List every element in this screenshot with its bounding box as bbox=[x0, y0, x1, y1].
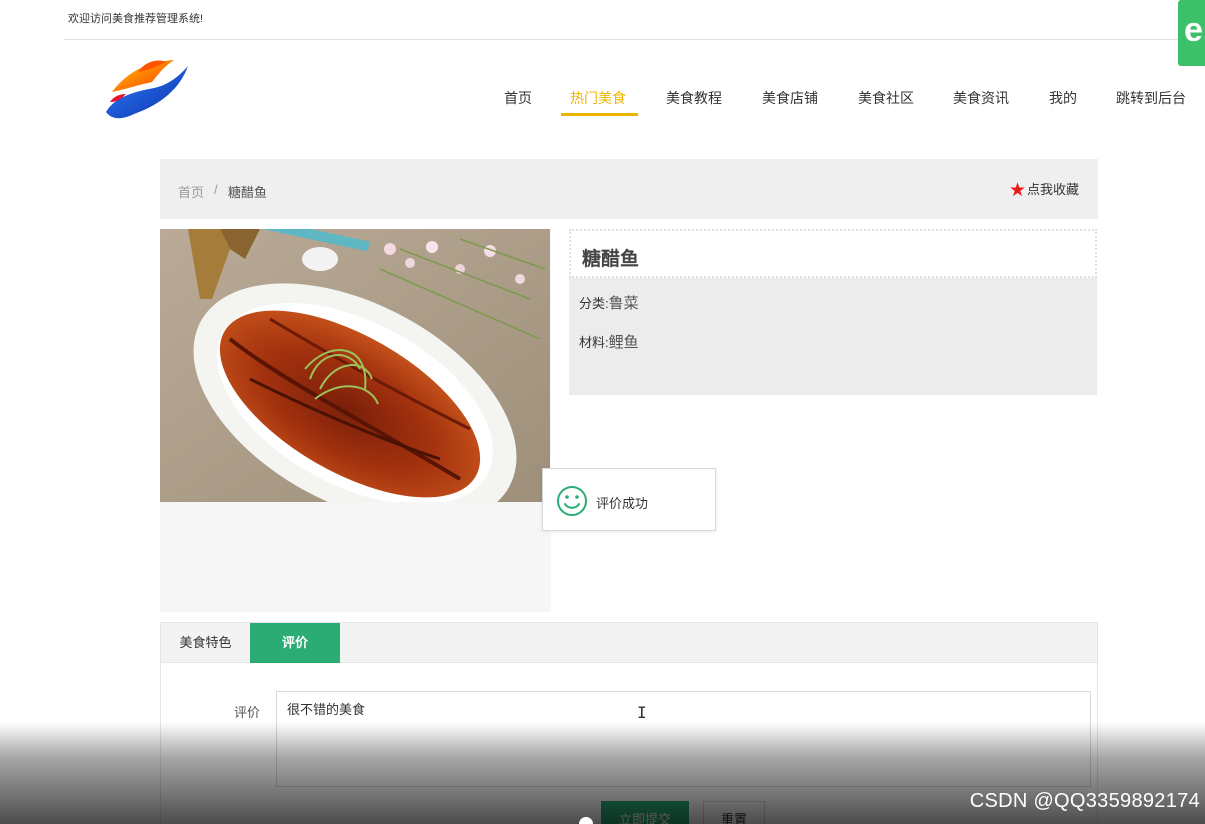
detail-tabs: 美食特色 评价 评价 很不错的美食 I 立即提交 重置 bbox=[160, 622, 1098, 824]
food-image-panel bbox=[160, 229, 551, 612]
nav-item-community[interactable]: 美食社区 bbox=[858, 88, 914, 108]
site-logo[interactable] bbox=[102, 54, 192, 126]
nav-item-news[interactable]: 美食资讯 bbox=[953, 88, 1009, 108]
page: 欢迎访问美食推荐管理系统! e 首页 热门美食 美食教程 美食店铺 美食社区 美… bbox=[0, 0, 1205, 824]
nav-item-tutorials[interactable]: 美食教程 bbox=[666, 88, 722, 108]
category-value: 鲁菜 bbox=[608, 295, 639, 312]
food-material: 材料:鲤鱼 bbox=[579, 331, 639, 352]
nav-active-underline bbox=[561, 113, 638, 116]
food-title: 糖醋鱼 bbox=[582, 249, 640, 270]
welcome-text: 欢迎访问美食推荐管理系统! bbox=[68, 13, 204, 25]
tab-review[interactable]: 评价 bbox=[250, 623, 340, 663]
nav-item-hot-food[interactable]: 热门美食 bbox=[570, 88, 626, 108]
category-label: 分类: bbox=[579, 296, 609, 311]
reset-button[interactable]: 重置 bbox=[703, 801, 765, 824]
text-cursor-icon: I bbox=[637, 703, 647, 722]
top-bar: 欢迎访问美食推荐管理系统! bbox=[64, 0, 1205, 40]
breadcrumb-separator: / bbox=[214, 182, 218, 197]
breadcrumb-home[interactable]: 首页 bbox=[178, 182, 204, 201]
success-toast: 评价成功 bbox=[542, 468, 716, 531]
favorite-label: 点我收藏 bbox=[1026, 182, 1079, 197]
food-photo bbox=[160, 229, 550, 502]
star-icon: ★ bbox=[1008, 180, 1026, 201]
submit-button[interactable]: 立即提交 bbox=[601, 801, 689, 824]
tab-header: 美食特色 评价 bbox=[161, 623, 1097, 663]
nav-item-admin[interactable]: 跳转到后台 bbox=[1116, 88, 1186, 108]
favorite-button[interactable]: ★点我收藏 bbox=[1009, 179, 1079, 202]
watermark: CSDN @QQ3359892174 bbox=[969, 790, 1200, 812]
browser-extension-badge[interactable]: e bbox=[1178, 0, 1205, 66]
food-category: 分类:鲁菜 bbox=[579, 292, 639, 313]
material-value: 鲤鱼 bbox=[608, 334, 639, 351]
nav-item-home[interactable]: 首页 bbox=[504, 88, 532, 108]
breadcrumb-current: 糖醋鱼 bbox=[228, 185, 268, 200]
breadcrumb: 首页 / 糖醋鱼 ★点我收藏 bbox=[160, 159, 1098, 219]
smile-icon bbox=[557, 486, 587, 516]
food-info-box: 分类:鲁菜 材料:鲤鱼 bbox=[569, 278, 1097, 395]
video-progress-handle[interactable] bbox=[579, 817, 593, 824]
review-textarea[interactable]: 很不错的美食 bbox=[276, 691, 1091, 787]
material-label: 材料: bbox=[579, 335, 609, 350]
extension-letter: e bbox=[1184, 11, 1203, 49]
tab-food-features[interactable]: 美食特色 bbox=[161, 623, 250, 663]
nav-item-shops[interactable]: 美食店铺 bbox=[762, 88, 818, 108]
nav-item-mine[interactable]: 我的 bbox=[1049, 88, 1077, 108]
food-title-box: 糖醋鱼 bbox=[569, 229, 1097, 278]
toast-message: 评价成功 bbox=[596, 496, 649, 511]
review-label: 评价 bbox=[234, 705, 261, 720]
